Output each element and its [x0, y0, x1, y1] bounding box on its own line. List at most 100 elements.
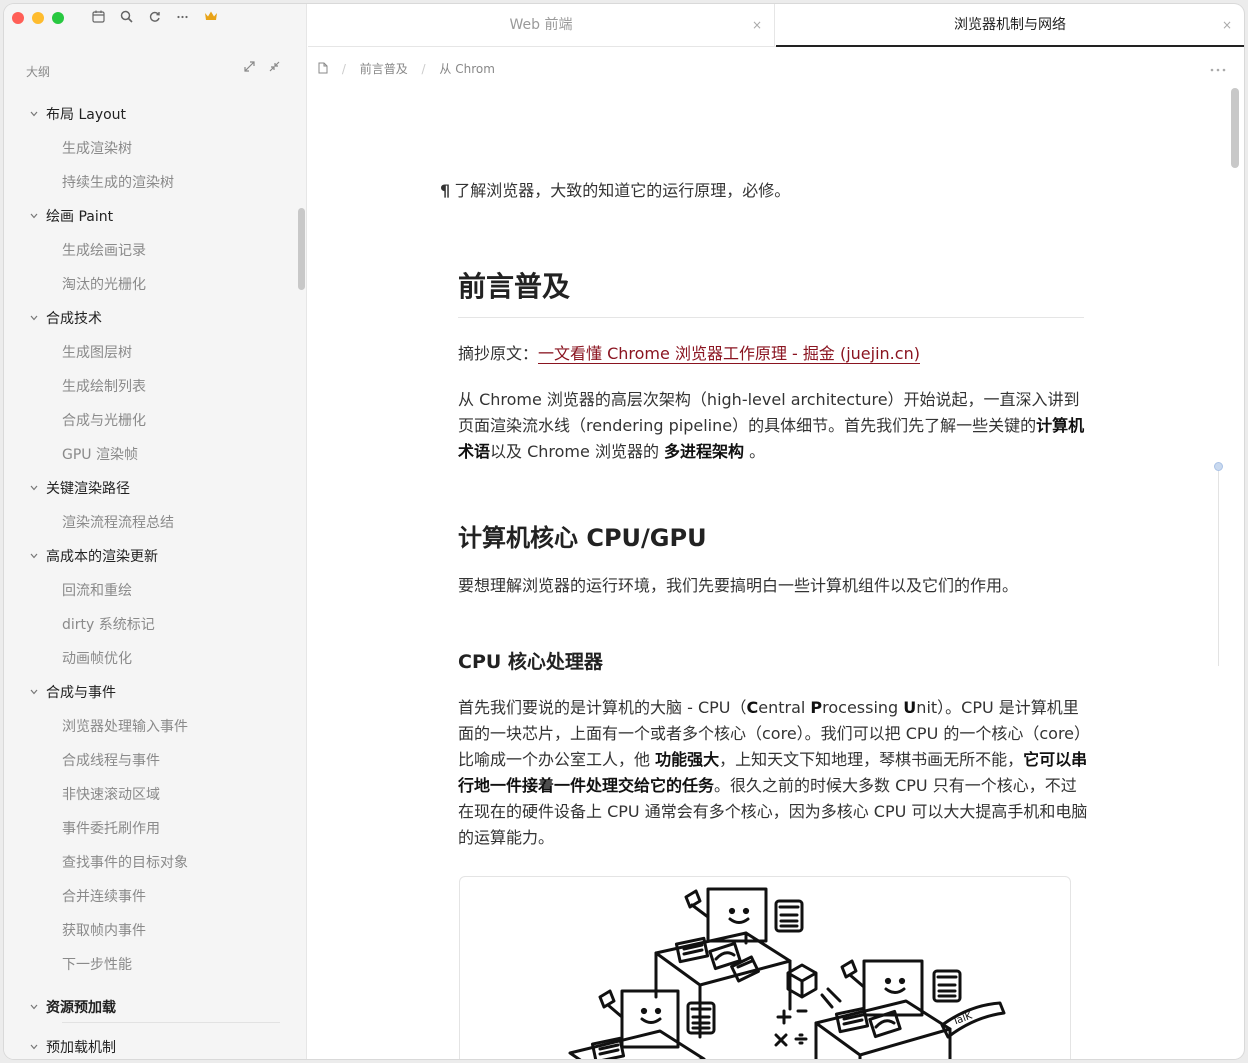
sidebar-item[interactable]: 淘汰的光栅化	[4, 268, 297, 302]
close-tab-icon[interactable]: ×	[752, 4, 762, 46]
sidebar-item-label: 浏览器处理输入事件	[62, 719, 188, 735]
sidebar-item[interactable]: 预加载机制	[4, 1031, 297, 1059]
sidebar-item[interactable]: dirty 系统标记	[4, 608, 297, 642]
bold-text: 功能强大	[655, 750, 720, 769]
close-tab-icon[interactable]: ×	[1222, 4, 1232, 46]
document-more-icon[interactable]	[1210, 60, 1226, 76]
sidebar: 大纲 布局 Layout 生成渲染树 持续生成的渲染树 绘画 Paint 生成绘画记录淘…	[4, 4, 307, 1059]
sidebar-item-label: 事件委托刷作用	[62, 821, 160, 837]
text: 从 Chrome 浏览器的高层次架构（high-level architectu…	[458, 390, 1080, 435]
sidebar-item[interactable]: 非快速滚动区域	[4, 778, 297, 812]
sidebar-item-label: 合成与光栅化	[62, 413, 146, 429]
sidebar-item-label: 合成线程与事件	[62, 753, 160, 769]
breadcrumb-item[interactable]: 前言普及	[360, 62, 408, 76]
zoom-window-button[interactable]	[52, 12, 64, 24]
expand-icon[interactable]	[244, 61, 255, 75]
paragraph-cpu: 首先我们要说的是计算机的大脑 - CPU（Central Processing …	[458, 695, 1088, 851]
chevron-down-icon[interactable]	[30, 472, 38, 506]
bold-text: U	[903, 698, 917, 717]
source-paragraph: 摘抄原文：一文看懂 Chrome 浏览器工作原理 - 掘金 (juejin.cn…	[458, 341, 1088, 367]
sidebar-item-label: 动画帧优化	[62, 651, 132, 667]
sidebar-item-label: 预加载机制	[46, 1040, 116, 1056]
text: 以及 Chrome 浏览器的	[490, 442, 665, 461]
more-icon[interactable]	[174, 10, 190, 26]
sidebar-item[interactable]: 渲染流程流程总结	[4, 506, 297, 540]
chevron-down-icon[interactable]	[30, 200, 38, 234]
sidebar-item-label: 持续生成的渲染树	[62, 175, 174, 191]
collapse-icon[interactable]	[269, 61, 280, 75]
sidebar-item[interactable]: 下一步性能	[4, 948, 297, 982]
main-scrollbar[interactable]	[1231, 88, 1239, 168]
chevron-down-icon[interactable]	[30, 540, 38, 574]
chevron-down-icon[interactable]	[30, 98, 38, 132]
text: 。	[744, 442, 766, 461]
tab-browser-mechanism[interactable]: 浏览器机制与网络 ×	[776, 4, 1244, 47]
sidebar-item[interactable]: 合成技术	[4, 302, 297, 336]
paragraph-components: 要想理解浏览器的运行环境，我们先要搞明白一些计算机组件以及它们的作用。	[458, 576, 1019, 595]
text: rocessing	[822, 698, 904, 717]
sidebar-item-label: 非快速滚动区域	[62, 787, 160, 803]
sidebar-item[interactable]: 关键渲染路径	[4, 472, 297, 506]
search-icon[interactable]	[118, 10, 134, 26]
chevron-down-icon[interactable]	[30, 676, 38, 710]
sidebar-item-label: 合成技术	[46, 311, 102, 327]
crown-icon[interactable]	[203, 10, 219, 26]
sidebar-item[interactable]: 合成与事件	[4, 676, 297, 710]
heading-rule	[458, 317, 1084, 318]
chevron-down-icon[interactable]	[30, 302, 38, 336]
sync-icon[interactable]	[146, 10, 162, 26]
sidebar-item[interactable]: 生成图层树	[4, 336, 297, 370]
sidebar-item-label: 查找事件的目标对象	[62, 855, 188, 871]
breadcrumb-item[interactable]: 从 Chrom	[439, 62, 495, 76]
sidebar-scrollbar[interactable]	[298, 208, 305, 290]
document-icon[interactable]	[318, 62, 332, 76]
sidebar-item[interactable]: 动画帧优化	[4, 642, 297, 676]
tab-bar: Web 前端 × 浏览器机制与网络 ×	[308, 4, 1244, 47]
sidebar-item[interactable]: 持续生成的渲染树	[4, 166, 297, 200]
paragraph-architecture: 从 Chrome 浏览器的高层次架构（high-level architectu…	[458, 387, 1088, 465]
sidebar-item[interactable]: 生成渲染树	[4, 132, 297, 166]
sidebar-item-label: 合并连续事件	[62, 889, 146, 905]
calendar-icon[interactable]	[90, 10, 106, 26]
minimize-window-button[interactable]	[32, 12, 44, 24]
sidebar-item-label: 获取帧内事件	[62, 923, 146, 939]
sidebar-item[interactable]: 回流和重绘	[4, 574, 297, 608]
sidebar-item[interactable]: 绘画 Paint	[4, 200, 297, 234]
breadcrumb-separator: /	[421, 62, 426, 76]
sidebar-item-label: 生成渲染树	[62, 141, 132, 157]
sidebar-item[interactable]: 事件委托刷作用	[4, 812, 297, 846]
text: entral	[758, 698, 811, 717]
sidebar-item[interactable]: 资源预加载	[4, 991, 297, 1025]
text: ，上知天文下知地理，琴棋书画无所不能，	[719, 750, 1024, 769]
sidebar-item[interactable]: 生成绘制列表	[4, 370, 297, 404]
sidebar-item[interactable]: 获取帧内事件	[4, 914, 297, 948]
sidebar-item-label: 回流和重绘	[62, 583, 132, 599]
titlebar	[4, 4, 307, 42]
close-window-button[interactable]	[12, 12, 24, 24]
tab-label: Web 前端	[509, 17, 573, 33]
intro-text: 了解浏览器，大致的知道它的运行原理，必修。	[454, 181, 791, 200]
sidebar-item[interactable]: 布局 Layout	[4, 98, 297, 132]
source-link[interactable]: 一文看懂 Chrome 浏览器工作原理 - 掘金 (juejin.cn)	[538, 344, 920, 364]
intro-paragraph: ¶ 了解浏览器，大致的知道它的运行原理，必修。	[440, 177, 790, 201]
sidebar-item[interactable]: 浏览器处理输入事件	[4, 710, 297, 744]
sidebar-item[interactable]: 合成线程与事件	[4, 744, 297, 778]
chevron-down-icon[interactable]	[30, 1031, 38, 1059]
sidebar-item-label: 资源预加载	[46, 1000, 116, 1016]
bold-text: C	[746, 698, 759, 717]
sidebar-item[interactable]: 高成本的渲染更新	[4, 540, 297, 574]
sidebar-item[interactable]: 生成绘画记录	[4, 234, 297, 268]
sidebar-item-label: 生成绘画记录	[62, 243, 146, 259]
sidebar-item-label: GPU 渲染帧	[62, 447, 138, 463]
sidebar-item[interactable]: GPU 渲染帧	[4, 438, 297, 472]
bold-text: P	[810, 698, 823, 717]
paragraph-mark-icon: ¶	[440, 181, 451, 200]
sidebar-item[interactable]: 合成与光栅化	[4, 404, 297, 438]
chevron-down-icon[interactable]	[30, 991, 38, 1025]
sidebar-item-label: 合成与事件	[46, 685, 116, 701]
sidebar-item[interactable]: 查找事件的目标对象	[4, 846, 297, 880]
tab-web-frontend[interactable]: Web 前端 ×	[308, 4, 775, 47]
sidebar-item[interactable]: 合并连续事件	[4, 880, 297, 914]
minimap-position-marker[interactable]	[1214, 462, 1223, 471]
sidebar-item-label: 生成绘制列表	[62, 379, 146, 395]
